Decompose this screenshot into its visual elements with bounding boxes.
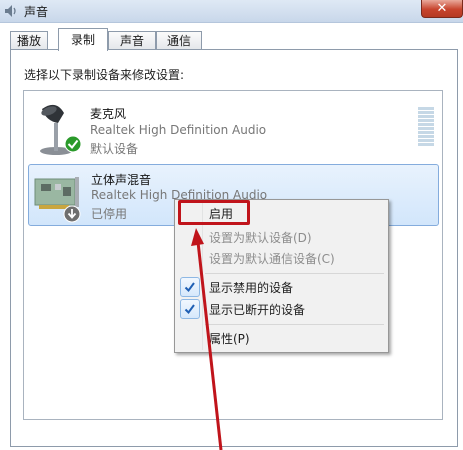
menu-item-label: 属性(P) (209, 332, 250, 346)
device-name: 立体声混音 (91, 173, 152, 187)
tab-sounds[interactable]: 声音 (108, 31, 156, 50)
title-bar: 声音 ✕ (0, 0, 463, 23)
tab-playback[interactable]: 播放 (10, 31, 48, 50)
instruction-text: 选择以下录制设备来修改设置: (24, 68, 185, 82)
audio-level-meter (418, 107, 434, 149)
tab-communications[interactable]: 通信 (156, 31, 202, 50)
menu-item-show-disconnected-devices[interactable]: 显示已断开的设备 (177, 298, 386, 320)
checkmark-icon (180, 299, 200, 319)
menu-item-set-default-device: 设置为默认设备(D) (177, 226, 386, 248)
close-button[interactable]: ✕ (421, 0, 463, 18)
menu-item-set-default-comm-device: 设置为默认通信设备(C) (177, 247, 386, 269)
menu-separator (205, 273, 384, 274)
device-status: 已停用 (91, 207, 128, 221)
menu-separator (205, 324, 384, 325)
default-device-check-icon (64, 135, 82, 153)
menu-item-label: 显示已断开的设备 (209, 303, 306, 317)
menu-item-label: 设置为默认通信设备(C) (209, 252, 335, 266)
checkmark-icon (180, 277, 200, 297)
tab-recording[interactable]: 录制 (58, 28, 108, 51)
annotation-highlight-box (178, 200, 250, 225)
menu-item-label: 设置为默认设备(D) (209, 231, 312, 245)
window-title: 声音 (24, 5, 49, 19)
menu-item-label: 显示禁用的设备 (209, 281, 294, 295)
device-row-microphone[interactable]: 麦克风 Realtek High Definition Audio 默认设备 (28, 97, 439, 159)
speaker-icon (5, 5, 16, 17)
device-name: 麦克风 (90, 107, 127, 121)
device-driver: Realtek High Definition Audio (90, 123, 267, 137)
device-status: 默认设备 (90, 142, 139, 156)
menu-item-show-disabled-devices[interactable]: 显示禁用的设备 (177, 276, 386, 298)
menu-item-properties[interactable]: 属性(P) (177, 327, 386, 349)
disabled-device-icon (63, 205, 81, 223)
